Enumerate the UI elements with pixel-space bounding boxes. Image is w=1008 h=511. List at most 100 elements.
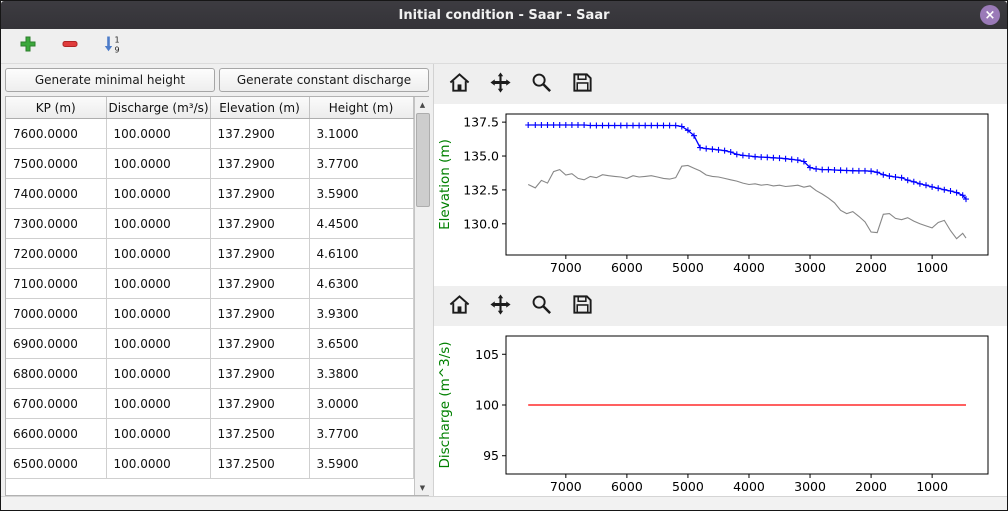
table-cell[interactable]: 6600.0000 xyxy=(6,419,106,449)
floppy-save-icon xyxy=(571,293,594,320)
table-cell[interactable]: 3.9300 xyxy=(309,299,413,329)
table-cell[interactable]: 137.2500 xyxy=(210,449,309,479)
table-cell[interactable]: 6700.0000 xyxy=(6,389,106,419)
pan-button-2[interactable] xyxy=(485,291,515,321)
table-column-header[interactable]: Elevation (m) xyxy=(210,97,309,119)
close-icon[interactable]: × xyxy=(980,5,1000,25)
generate-constant-discharge-button[interactable]: Generate constant discharge xyxy=(219,68,429,92)
table-cell[interactable]: 7400.0000 xyxy=(6,179,106,209)
table-cell[interactable]: 100.0000 xyxy=(106,179,210,209)
table-row[interactable]: 7300.0000100.0000137.29004.4500 xyxy=(6,209,413,239)
table-row[interactable]: 6500.0000100.0000137.25003.5900 xyxy=(6,449,413,479)
table-cell[interactable]: 4.6100 xyxy=(309,239,413,269)
table-cell[interactable]: 137.2900 xyxy=(210,299,309,329)
table-row[interactable]: 6800.0000100.0000137.29003.3800 xyxy=(6,359,413,389)
table-row[interactable]: 7400.0000100.0000137.29003.5900 xyxy=(6,179,413,209)
table-cell[interactable]: 3.7700 xyxy=(309,419,413,449)
move-icon xyxy=(489,71,512,98)
table-cell[interactable]: 7500.0000 xyxy=(6,149,106,179)
table-cell[interactable]: 3.5900 xyxy=(309,449,413,479)
left-panel: Generate minimal height Generate constan… xyxy=(1,64,433,496)
table-cell[interactable]: 137.2900 xyxy=(210,329,309,359)
table-cell[interactable]: 100.0000 xyxy=(106,359,210,389)
table-cell[interactable]: 100.0000 xyxy=(106,119,210,149)
table-cell[interactable]: 3.1000 xyxy=(309,119,413,149)
save-button[interactable] xyxy=(567,69,597,99)
table-cell[interactable]: 6500.0000 xyxy=(6,449,106,479)
generate-minimal-height-button[interactable]: Generate minimal height xyxy=(5,68,215,92)
table-cell[interactable]: 7100.0000 xyxy=(6,269,106,299)
table-cell[interactable]: 3.3800 xyxy=(309,359,413,389)
zoom-button-2[interactable] xyxy=(526,291,556,321)
elevation-chart[interactable]: 7000600050004000300020001000130.0132.513… xyxy=(434,104,1000,282)
svg-text:130.0: 130.0 xyxy=(463,216,499,231)
save-button-2[interactable] xyxy=(567,291,597,321)
table-cell[interactable]: 137.2500 xyxy=(210,419,309,449)
table-cell[interactable]: 7000.0000 xyxy=(6,299,106,329)
table-cell[interactable]: 6900.0000 xyxy=(6,329,106,359)
table-cell[interactable]: 137.2900 xyxy=(210,149,309,179)
table-cell[interactable]: 6800.0000 xyxy=(6,359,106,389)
table-cell[interactable]: 137.2900 xyxy=(210,239,309,269)
table-cell[interactable]: 137.2900 xyxy=(210,179,309,209)
svg-text:4000: 4000 xyxy=(733,260,765,275)
table-cell[interactable]: 3.7700 xyxy=(309,149,413,179)
table-cell[interactable]: 7600.0000 xyxy=(6,119,106,149)
home-button-2[interactable] xyxy=(444,291,474,321)
sort-button[interactable]: 1 9 xyxy=(99,33,125,59)
svg-text:2000: 2000 xyxy=(855,479,887,494)
table-row[interactable]: 6700.0000100.0000137.29003.0000 xyxy=(6,389,413,419)
scroll-down-arrow-icon[interactable]: ▼ xyxy=(415,480,431,495)
table-row[interactable]: 7100.0000100.0000137.29004.6300 xyxy=(6,269,413,299)
table-cell[interactable]: 4.4500 xyxy=(309,209,413,239)
table-column-header[interactable]: Discharge (m³/s) xyxy=(106,97,210,119)
svg-text:7000: 7000 xyxy=(550,479,582,494)
discharge-chart[interactable]: 700060005000400030002000100095100105Disc… xyxy=(434,326,1000,501)
table-cell[interactable]: 137.2900 xyxy=(210,389,309,419)
table-cell[interactable]: 100.0000 xyxy=(106,449,210,479)
magnifier-icon xyxy=(530,71,553,98)
svg-text:5000: 5000 xyxy=(672,479,704,494)
add-row-button[interactable] xyxy=(15,33,41,59)
table-cell[interactable]: 100.0000 xyxy=(106,329,210,359)
table-row[interactable]: 7000.0000100.0000137.29003.9300 xyxy=(6,299,413,329)
table-row[interactable]: 7600.0000100.0000137.29003.1000 xyxy=(6,119,413,149)
table-cell[interactable]: 100.0000 xyxy=(106,419,210,449)
table-cell[interactable]: 137.2900 xyxy=(210,209,309,239)
table-cell[interactable]: 7200.0000 xyxy=(6,239,106,269)
initial-condition-window: Initial condition - Saar - Saar × 1 9 xyxy=(0,0,1008,511)
right-panel: 7000600050004000300020001000130.0132.513… xyxy=(433,64,1007,496)
zoom-button[interactable] xyxy=(526,69,556,99)
table-row[interactable]: 7200.0000100.0000137.29004.6100 xyxy=(6,239,413,269)
svg-text:2000: 2000 xyxy=(855,260,887,275)
floppy-save-icon xyxy=(571,71,594,98)
move-icon xyxy=(489,293,512,320)
scrollbar-thumb[interactable] xyxy=(416,113,430,207)
table-cell[interactable]: 3.5900 xyxy=(309,179,413,209)
table-row[interactable]: 6900.0000100.0000137.29003.6500 xyxy=(6,329,413,359)
table-cell[interactable]: 100.0000 xyxy=(106,149,210,179)
pan-button[interactable] xyxy=(485,69,515,99)
scroll-up-arrow-icon[interactable]: ▲ xyxy=(415,97,431,112)
table-column-header[interactable]: Height (m) xyxy=(309,97,413,119)
svg-text:5000: 5000 xyxy=(672,260,704,275)
elevation-plot-toolbar xyxy=(434,64,1007,104)
table-cell[interactable]: 100.0000 xyxy=(106,389,210,419)
table-cell[interactable]: 4.6300 xyxy=(309,269,413,299)
table-row[interactable]: 7500.0000100.0000137.29003.7700 xyxy=(6,149,413,179)
table-column-header[interactable]: KP (m) xyxy=(6,97,106,119)
table-cell[interactable]: 137.2900 xyxy=(210,269,309,299)
table-row[interactable]: 6600.0000100.0000137.25003.7700 xyxy=(6,419,413,449)
table-cell[interactable]: 3.0000 xyxy=(309,389,413,419)
table-cell[interactable]: 7300.0000 xyxy=(6,209,106,239)
remove-row-button[interactable] xyxy=(57,33,83,59)
home-button[interactable] xyxy=(444,69,474,99)
table-cell[interactable]: 100.0000 xyxy=(106,299,210,329)
table-cell[interactable]: 100.0000 xyxy=(106,269,210,299)
table-cell[interactable]: 137.2900 xyxy=(210,359,309,389)
table-cell[interactable]: 137.2900 xyxy=(210,119,309,149)
table-vertical-scrollbar[interactable]: ▲ ▼ xyxy=(414,97,431,495)
table-cell[interactable]: 3.6500 xyxy=(309,329,413,359)
table-cell[interactable]: 100.0000 xyxy=(106,239,210,269)
table-cell[interactable]: 100.0000 xyxy=(106,209,210,239)
